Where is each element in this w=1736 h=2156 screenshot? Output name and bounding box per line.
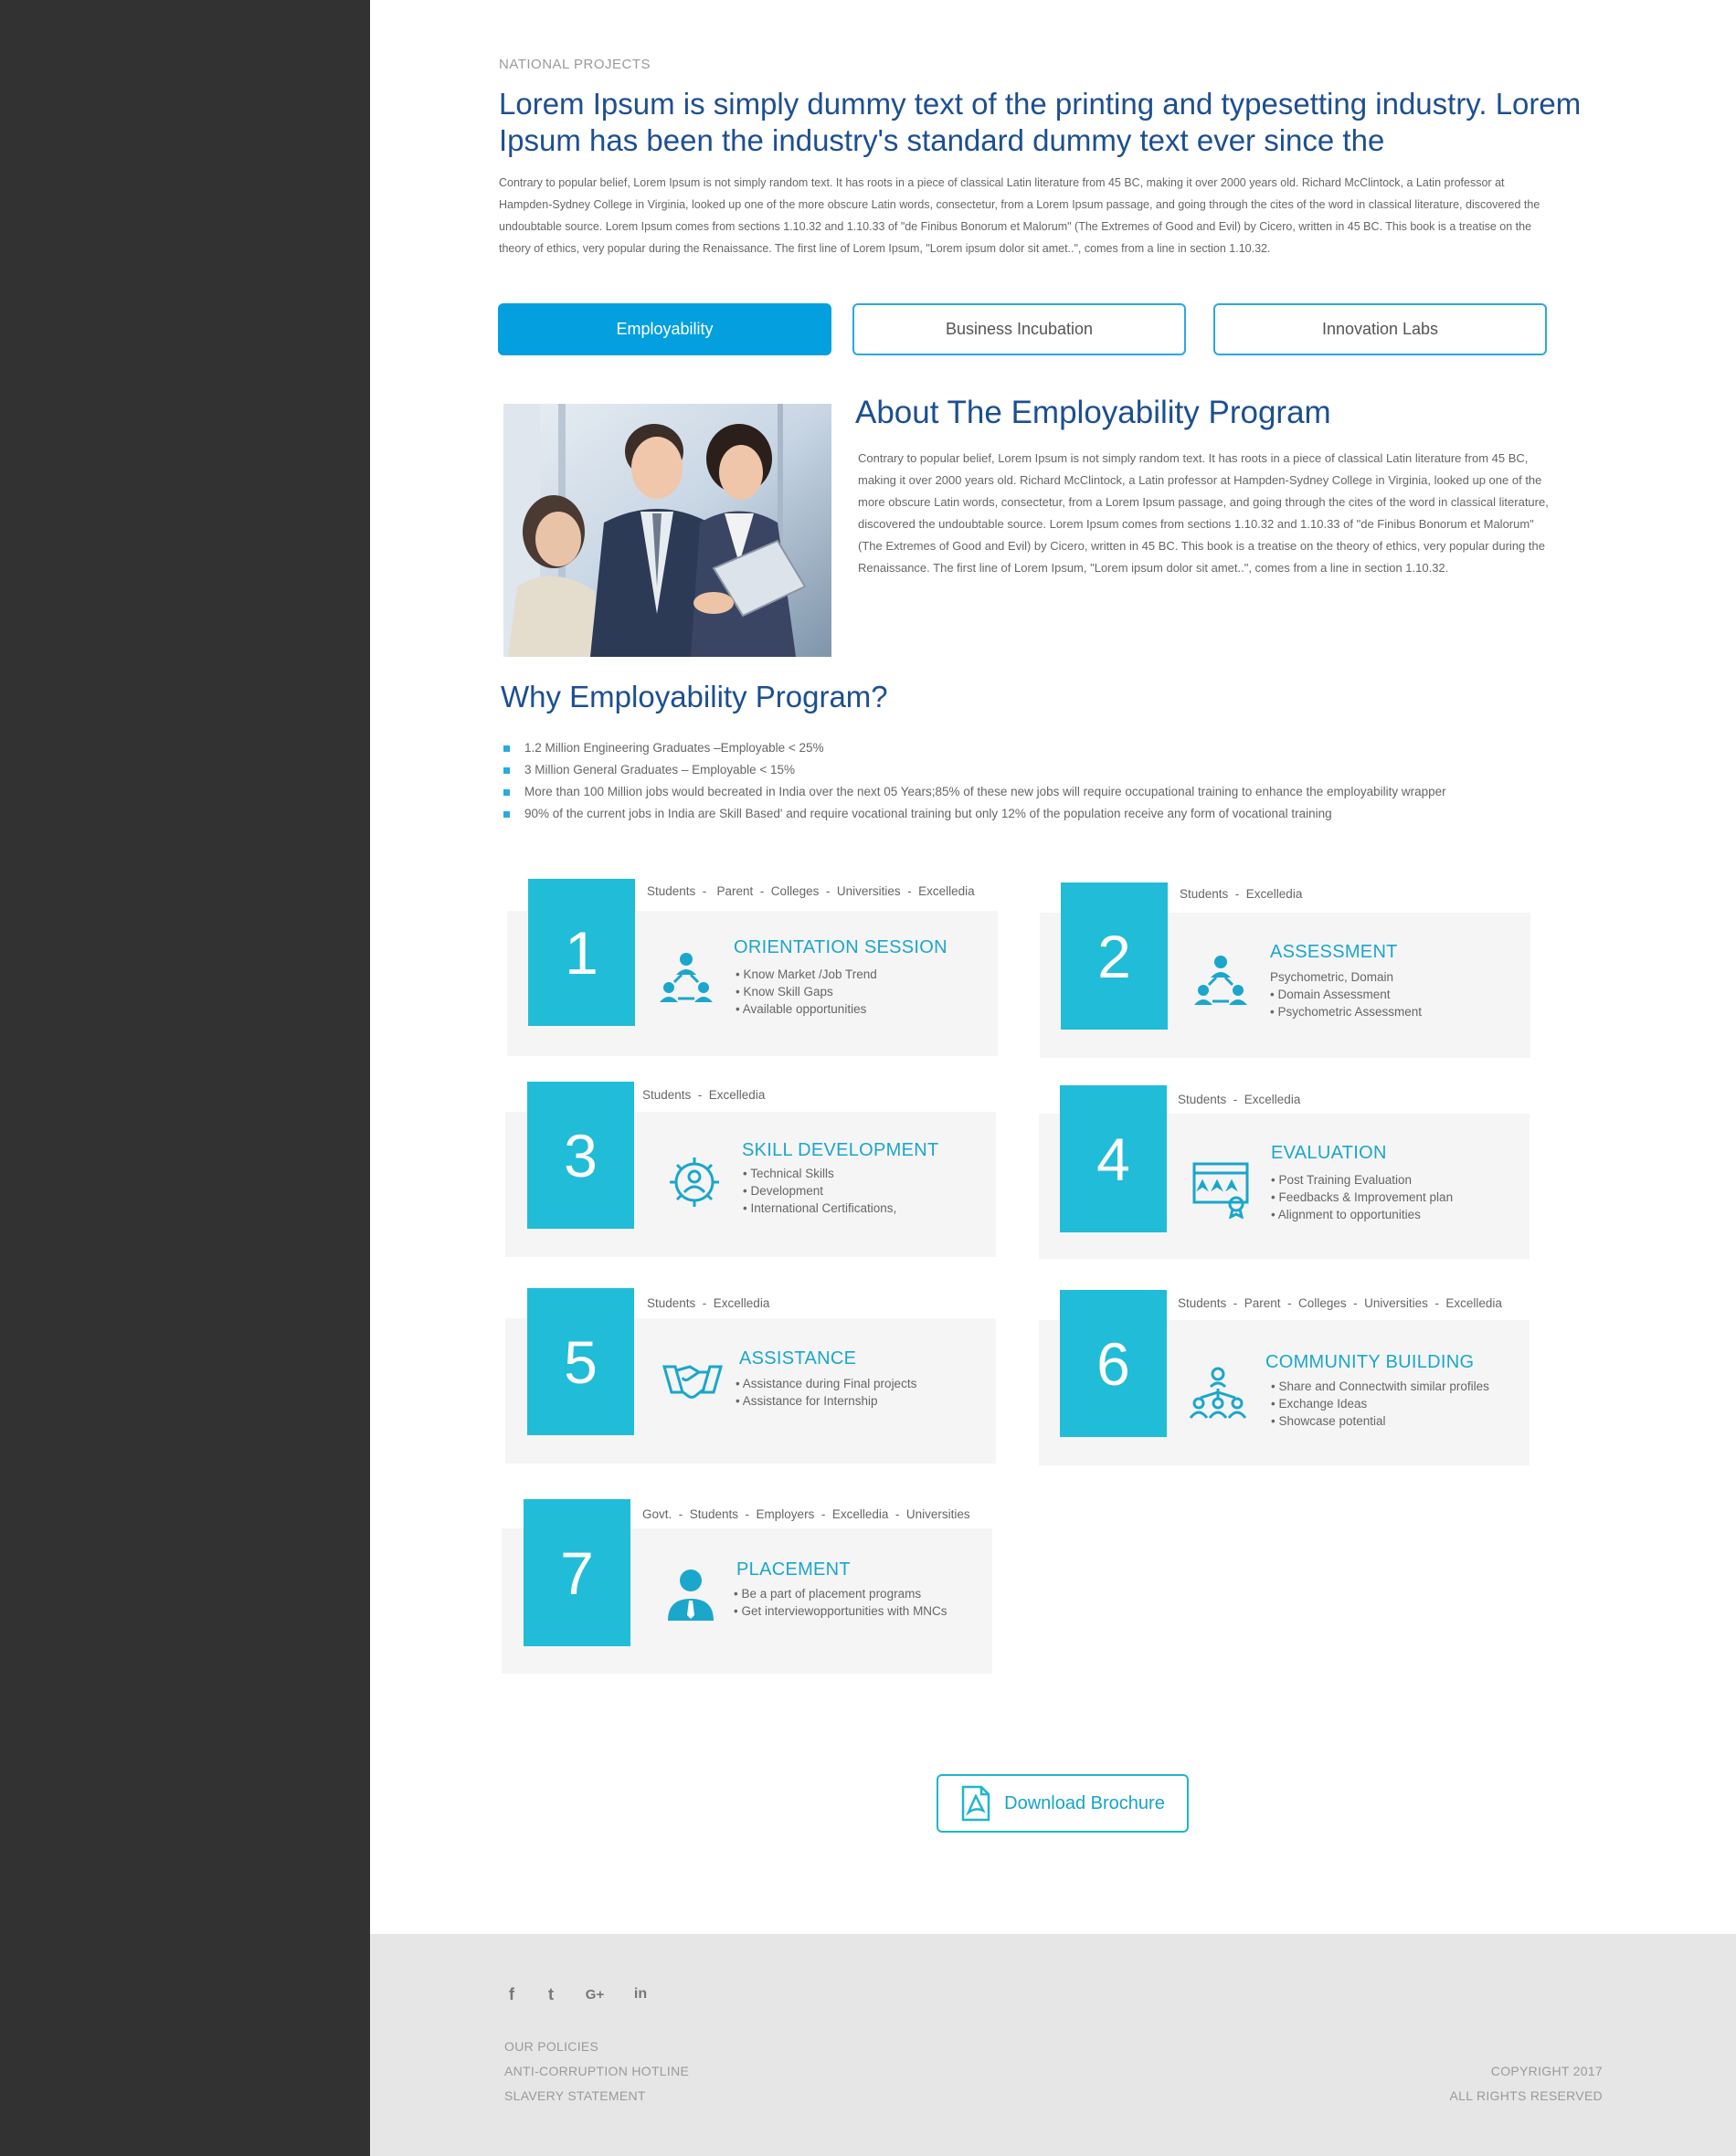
step-title-2: ASSESSMENT [1270, 942, 1398, 962]
tab-employability[interactable]: Employability [498, 303, 831, 355]
step-list-3: • Technical Skills • Development • Inter… [743, 1165, 896, 1217]
about-paragraph: Contrary to popular belief, Lorem Ipsum … [858, 451, 1549, 575]
step-list-item: • Be a part of placement programs [734, 1587, 922, 1601]
step-list-item: • Alignment to opportunities [1271, 1208, 1421, 1221]
step-audience-2: Students - Excelledia [1180, 887, 1303, 901]
step-title-7: PLACEMENT [736, 1559, 851, 1580]
why-list-item: 3 Million General Graduates – Employable… [501, 759, 1446, 781]
step-number-3: 3 [527, 1082, 634, 1229]
step-audience-7: Govt. - Students - Employers - Excelledi… [642, 1507, 970, 1521]
business-team-photo [503, 404, 831, 657]
footer-link-slavery-statement[interactable]: SLAVERY STATEMENT [504, 2088, 646, 2103]
step-audience-4: Students - Excelledia [1178, 1093, 1301, 1106]
step-list-5: • Assistance during Final projects • Ass… [736, 1375, 916, 1410]
step-list-2: Psychometric, Domain • Domain Assessment… [1270, 968, 1422, 1020]
step-list-item: • Know Market /Job Trend [736, 967, 877, 981]
community-network-icon [1188, 1365, 1248, 1425]
step-list-item: • Know Skill Gaps [736, 985, 833, 999]
step-list-item: • Feedbacks & Improvement plan [1271, 1190, 1454, 1204]
why-list-item: 1.2 Million Engineering Graduates –Emplo… [501, 737, 1446, 759]
step-list-7: • Be a part of placement programs • Get … [734, 1585, 947, 1620]
intro-paragraph: Contrary to popular belief, Lorem Ipsum … [499, 176, 1540, 255]
step-number-6: 6 [1060, 1290, 1167, 1437]
step-list-1: • Know Market /Job Trend • Know Skill Ga… [736, 966, 877, 1018]
tab-business-incubation[interactable]: Business Incubation [852, 303, 1186, 355]
footer-rights: ALL RIGHTS RESERVED [1449, 2088, 1603, 2103]
pdf-file-icon [961, 1785, 990, 1822]
why-list: 1.2 Million Engineering Graduates –Emplo… [501, 737, 1446, 825]
step-list-item: • Share and Connectwith similar profiles [1271, 1379, 1489, 1393]
footer-copyright: COPYRIGHT 2017 [1490, 2064, 1603, 2078]
step-title-3: SKILL DEVELOPMENT [742, 1140, 939, 1160]
gear-person-icon [664, 1152, 725, 1212]
step-audience-5: Students - Excelledia [647, 1296, 770, 1310]
step-number-7: 7 [524, 1499, 630, 1646]
footer-link-anti-corruption[interactable]: ANTI-CORRUPTION HOTLINE [504, 2064, 689, 2078]
why-list-item: More than 100 Million jobs would becreat… [501, 781, 1446, 803]
footer-link-policies[interactable]: OUR POLICIES [504, 2039, 598, 2054]
step-title-1: ORIENTATION SESSION [734, 937, 947, 957]
step-list-item: • Assistance for Internship [736, 1394, 878, 1408]
team-network-icon [656, 947, 716, 1008]
facebook-icon[interactable]: f [503, 1984, 521, 2004]
step-number-4: 4 [1060, 1085, 1167, 1232]
step-list-item: • Showcase potential [1271, 1414, 1386, 1428]
step-number-2: 2 [1061, 882, 1168, 1030]
page-headline: Lorem Ipsum is simply dummy text of the … [499, 87, 1582, 157]
step-list-item: • International Certifications, [743, 1201, 897, 1215]
step-list-6: • Share and Connectwith similar profiles… [1271, 1378, 1489, 1430]
step-list-item: • Technical Skills [743, 1167, 834, 1180]
why-list-item: 90% of the current jobs in India are Ski… [501, 803, 1446, 825]
download-brochure-label: Download Brochure [1004, 1792, 1165, 1813]
section-eyebrow: NATIONAL PROJECTS [499, 57, 651, 72]
step-list-item: • Post Training Evaluation [1271, 1173, 1413, 1187]
why-title: Why Employability Program? [501, 680, 888, 713]
step-list-item: • Domain Assessment [1270, 988, 1391, 1001]
step-audience-3: Students - Excelledia [642, 1088, 766, 1102]
tab-innovation-labs[interactable]: Innovation Labs [1213, 303, 1547, 355]
team-network-icon [1191, 950, 1251, 1010]
step-list-item: • Available opportunities [736, 1002, 867, 1016]
step-title-6: COMMUNITY BUILDING [1265, 1352, 1475, 1372]
step-list-item: • Development [743, 1184, 824, 1198]
about-title: About The Employability Program [855, 395, 1331, 430]
twitter-icon[interactable]: t [542, 1984, 560, 2004]
step-number-5: 5 [527, 1288, 634, 1435]
step-list-4: • Post Training Evaluation • Feedbacks &… [1271, 1171, 1453, 1223]
step-list-item: • Psychometric Assessment [1270, 1005, 1423, 1019]
download-brochure-button[interactable]: Download Brochure [937, 1774, 1189, 1833]
left-sidebar [0, 0, 370, 2156]
step-number-1: 1 [528, 879, 635, 1026]
rating-certificate-icon [1191, 1158, 1251, 1220]
step-list-item: Psychometric, Domain [1270, 970, 1394, 984]
step-audience-6: Students - Parent - Colleges - Universit… [1178, 1296, 1502, 1310]
main-content: NATIONAL PROJECTS Lorem Ipsum is simply … [370, 0, 1736, 1934]
step-title-5: ASSISTANCE [739, 1348, 857, 1369]
handshake-icon [662, 1350, 723, 1411]
step-title-4: EVALUATION [1271, 1143, 1387, 1163]
step-list-item: • Get interviewopportunities with MNCs [734, 1604, 947, 1618]
google-plus-icon[interactable]: G+ [580, 1984, 609, 2004]
linkedin-icon[interactable]: in [630, 1984, 651, 2004]
businessman-icon [661, 1564, 721, 1624]
step-list-item: • Exchange Ideas [1271, 1397, 1368, 1411]
step-list-item: • Assistance during Final projects [736, 1377, 917, 1390]
step-audience-1: Students - Parent - Colleges - Universit… [647, 884, 975, 898]
